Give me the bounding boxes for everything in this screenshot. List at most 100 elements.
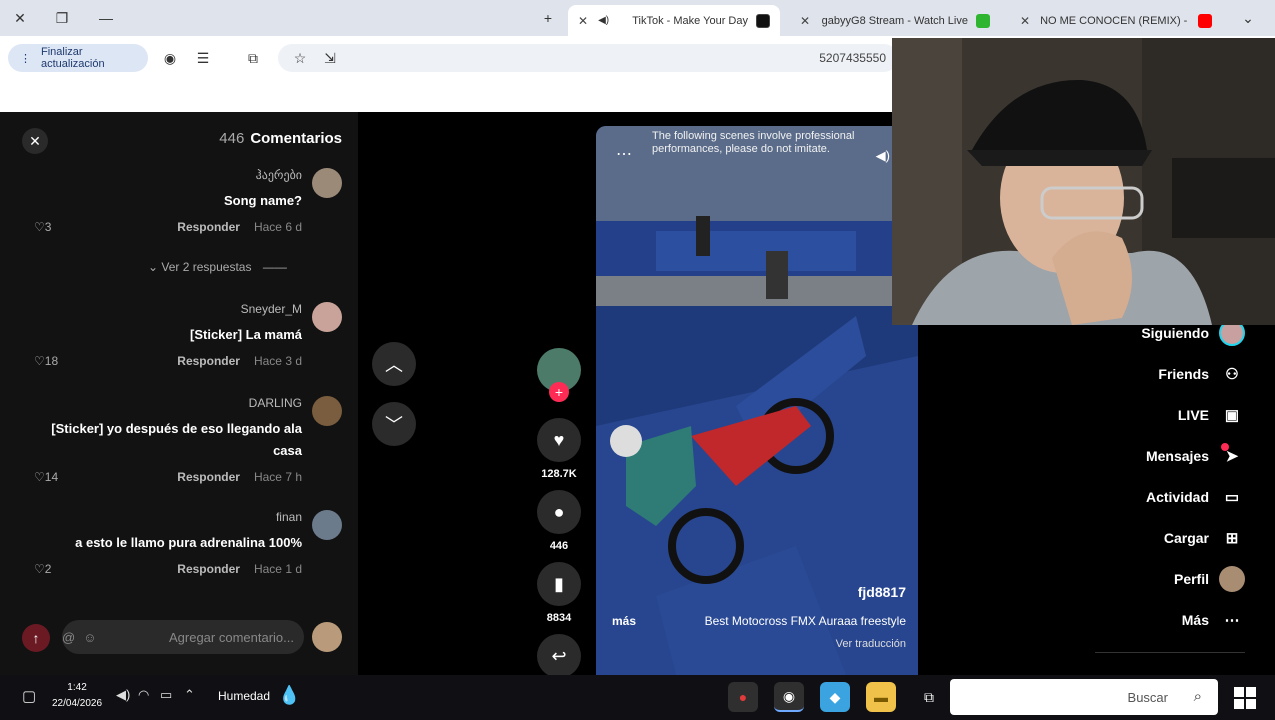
comment-like-button[interactable]: ♡2 — [34, 562, 51, 576]
sidebar-item-live[interactable]: LIVE ▣ — [1178, 402, 1245, 428]
avatar[interactable] — [312, 510, 342, 540]
avatar — [1219, 566, 1245, 592]
avatar[interactable] — [312, 302, 342, 332]
friends-icon: ⚇ — [1225, 366, 1239, 383]
video-player[interactable]: ⋯ The following scenes involve professio… — [596, 126, 918, 675]
weather-widget[interactable]: Humedad 💧 — [218, 685, 300, 706]
tab-stream[interactable]: ✕ gabyyG8 Stream - Watch Live — [790, 5, 1000, 36]
emoji-icon[interactable]: ☺ — [83, 630, 96, 645]
sidebar-item-label: LIVE — [1177, 407, 1209, 423]
bluestacks-icon[interactable]: ◆ — [820, 682, 850, 712]
comment-like-button[interactable]: ♡14 — [34, 470, 58, 484]
save-action[interactable]: ▮ 8834 — [536, 562, 582, 624]
address-bar[interactable]: 5207435550 — [278, 44, 898, 72]
tab-tiktok[interactable]: ✕ ◀) TikTok - Make Your Day — [568, 5, 780, 36]
speaker-icon[interactable]: ◀) — [116, 687, 130, 703]
comment-username[interactable]: DARLING — [249, 396, 302, 410]
battery-icon[interactable]: ▭ — [160, 687, 172, 703]
task-view-icon[interactable]: ⧉ — [914, 682, 944, 712]
reply-button[interactable]: Responder — [177, 354, 240, 368]
install-app-icon[interactable]: ⇲ — [320, 48, 340, 68]
share-action[interactable]: ↩ — [536, 634, 582, 678]
more-options-icon[interactable]: ⋯ — [616, 144, 632, 164]
view-replies-button[interactable]: ⌄ Ver 2 respuestas —— — [148, 260, 287, 274]
bookmark-icon[interactable]: ▮ — [537, 562, 581, 606]
taskbar-search-input[interactable]: Buscar ⌕ — [950, 679, 1218, 715]
reply-button[interactable]: Responder — [177, 470, 240, 484]
audio-icon: ◀) — [598, 15, 610, 26]
notifications-icon[interactable]: ▢ — [22, 687, 36, 705]
webcam-feed — [892, 38, 1275, 325]
window-minimize-icon[interactable]: — — [86, 0, 126, 36]
wifi-icon[interactable]: ◠ — [138, 687, 149, 703]
send-comment-button[interactable]: ↑ — [22, 624, 50, 652]
sidebar-item-activity[interactable]: Actividad ▭ — [1146, 484, 1245, 510]
comment-username[interactable]: ჰაერები — [256, 168, 302, 182]
comment-like-button[interactable]: ♡3 — [34, 220, 51, 234]
window-close-icon[interactable]: ✕ — [0, 0, 40, 36]
sidebar-item-profile[interactable]: Perfil — [1174, 566, 1245, 592]
translate-link[interactable]: Ver traducción — [836, 638, 906, 650]
new-tab-button[interactable]: + — [528, 0, 568, 36]
comment-username[interactable]: Sneyder_M — [241, 302, 302, 316]
comment-bubble-icon[interactable]: ● — [537, 490, 581, 534]
comment-count: 446 — [549, 540, 569, 552]
avatar[interactable] — [312, 396, 342, 426]
window-restore-icon[interactable]: ❐ — [42, 0, 82, 36]
avatar[interactable] — [312, 168, 342, 198]
sidebar-item-messages[interactable]: Mensajes ➤ — [1146, 443, 1245, 469]
comment-like-button[interactable]: ♡18 — [34, 354, 58, 368]
like-action[interactable]: ♥ 128.7K — [536, 418, 582, 480]
finish-update-button[interactable]: ⋮ Finalizar actualización — [8, 44, 148, 72]
sidebar-item-label: Mensajes — [1145, 448, 1209, 464]
tab-close-icon[interactable]: ✕ — [578, 14, 588, 28]
previous-video-button[interactable]: ︿ — [372, 342, 416, 386]
chevron-up-icon[interactable]: ⌃ — [184, 687, 195, 703]
close-comments-button[interactable]: ✕ — [22, 128, 48, 154]
next-video-button[interactable]: ﹀ — [372, 402, 416, 446]
video-author[interactable]: fjd8817 — [858, 584, 906, 600]
comment-time: Hace 3 d — [253, 354, 302, 368]
kick-favicon-icon — [976, 13, 990, 28]
tab-close-icon[interactable]: ✕ — [1020, 14, 1030, 28]
chrome-icon[interactable]: ◉ — [774, 682, 804, 712]
follow-plus-icon[interactable]: + — [549, 382, 569, 402]
mention-icon[interactable]: @ — [62, 630, 75, 645]
comment-text: a esto le llamo pura adrenalina 100% — [75, 535, 302, 550]
clock-time: 1:42 — [67, 682, 87, 693]
bookmark-star-icon[interactable]: ☆ — [290, 48, 310, 68]
sidebar-item-label: Perfil — [1173, 571, 1209, 587]
comments-panel: ✕ 446 Comentarios ჰაერები Song name? Resp… — [0, 112, 358, 675]
see-more-link[interactable]: más — [612, 614, 636, 628]
reply-button[interactable]: Responder — [177, 220, 240, 234]
file-explorer-icon[interactable]: ▬ — [866, 682, 896, 712]
tab-search-chevron-icon[interactable]: ⌄ — [1228, 0, 1268, 36]
comment-input[interactable]: @ ☺ Agregar comentario... — [62, 620, 304, 654]
profile-icon[interactable]: ◉ — [160, 48, 180, 68]
comment-action[interactable]: ● 446 — [536, 490, 582, 552]
windows-start-icon[interactable] — [1228, 681, 1262, 715]
obs-icon[interactable]: ● — [728, 682, 758, 712]
tab-title: gabyyG8 Stream - Watch Live — [821, 14, 968, 27]
comment-meta: Responder Hace 6 d — [177, 220, 302, 234]
tab-close-icon[interactable]: ✕ — [800, 14, 810, 28]
like-count: 128.7K — [541, 468, 577, 480]
upload-icon: ⊞ — [1225, 530, 1239, 547]
weather-label: Humedad — [218, 688, 271, 703]
comment-username[interactable]: finan — [276, 510, 302, 524]
taskbar-clock[interactable]: 1:42 22/04/2026 — [52, 680, 102, 712]
sidebar-item-friends[interactable]: Friends ⚇ — [1158, 361, 1245, 387]
volume-icon[interactable]: ◀) — [876, 148, 890, 164]
sidebar-item-upload[interactable]: Cargar ⊞ — [1164, 525, 1245, 551]
creator-avatar[interactable]: + — [536, 348, 582, 402]
search-icon: ⌕ — [1193, 688, 1202, 705]
tab-youtube[interactable]: ✕ NO ME CONOCEN (REMIX) - B — [1010, 5, 1222, 36]
share-icon[interactable]: ↩ — [537, 634, 581, 678]
reply-button[interactable]: Responder — [177, 562, 240, 576]
messages-icon: ➤ — [1219, 443, 1245, 469]
extensions-icon[interactable]: ⧉ — [243, 48, 263, 68]
sidebar-item-label: Más — [1181, 612, 1209, 628]
sidebar-item-more[interactable]: Más ⋯ — [1182, 607, 1245, 633]
tab-list-icon[interactable]: ☰ — [193, 48, 213, 68]
heart-icon[interactable]: ♥ — [537, 418, 581, 462]
